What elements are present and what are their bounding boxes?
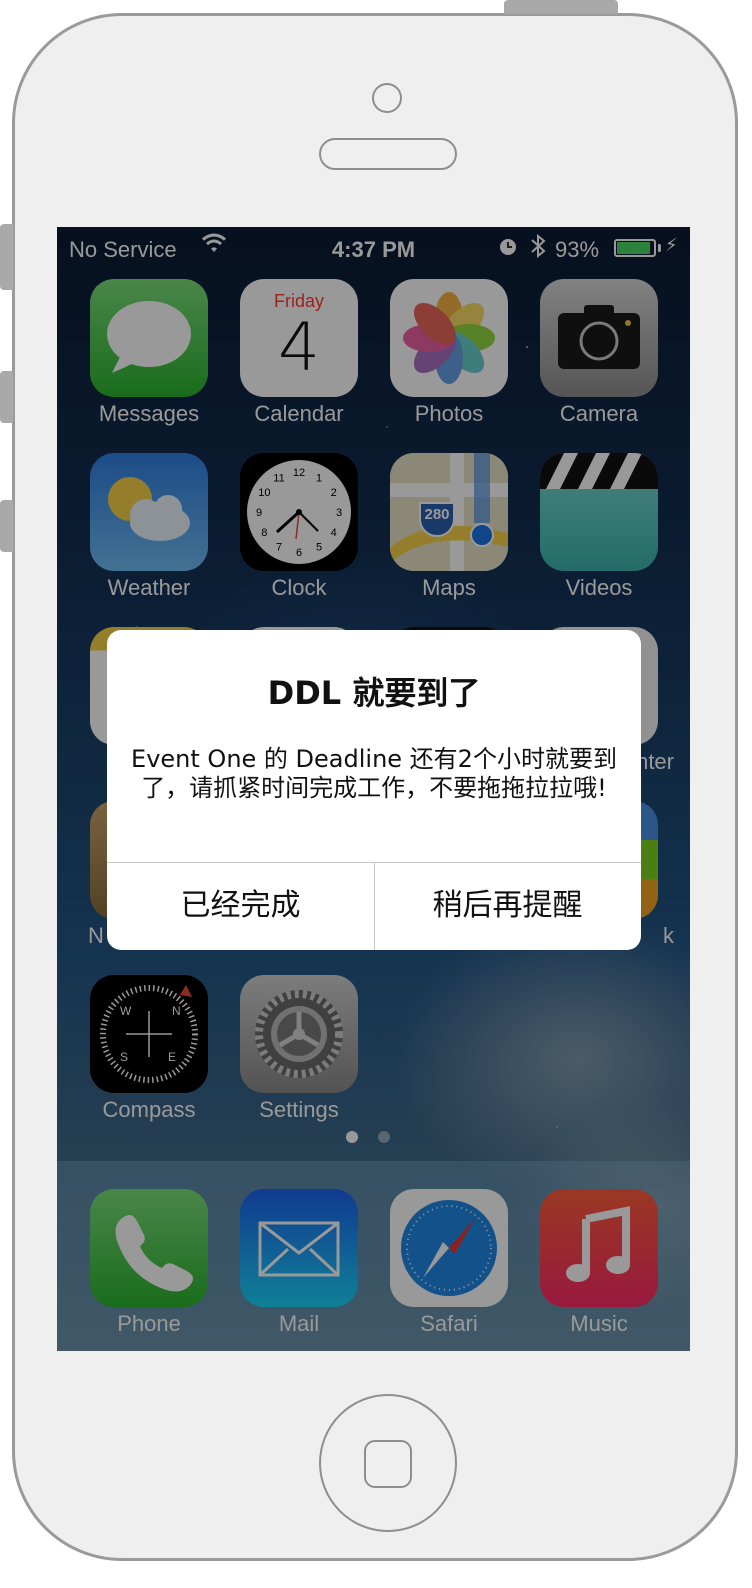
front-camera bbox=[372, 83, 402, 113]
home-button-square-icon bbox=[364, 1440, 412, 1488]
alert-title: DDL 就要到了 bbox=[267, 674, 481, 712]
done-button[interactable]: 已经完成 bbox=[107, 863, 374, 950]
sleep-wake-button[interactable] bbox=[504, 0, 618, 14]
earpiece-speaker bbox=[319, 138, 457, 170]
volume-up-button[interactable] bbox=[0, 371, 13, 423]
alert-dialog: DDL 就要到了 Event One 的 Deadline 还有2个小时就要到了… bbox=[107, 630, 641, 950]
mute-switch[interactable] bbox=[0, 224, 13, 290]
alert-message: Event One 的 Deadline 还有2个小时就要到了，请抓紧时间完成工… bbox=[131, 745, 617, 802]
volume-down-button[interactable] bbox=[0, 500, 13, 552]
remind-later-button[interactable]: 稍后再提醒 bbox=[374, 863, 641, 950]
